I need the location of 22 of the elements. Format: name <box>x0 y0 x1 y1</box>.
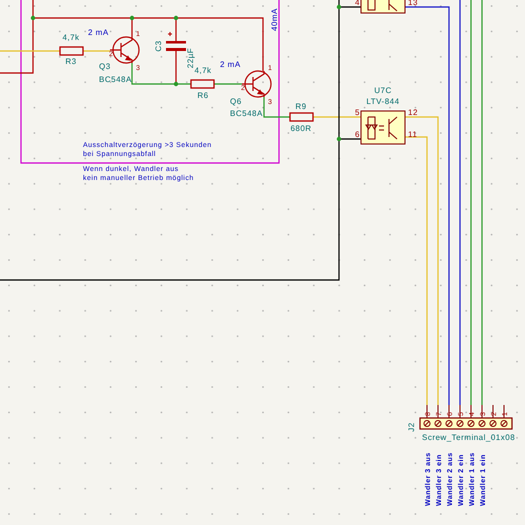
value-label: 4,7k <box>62 33 80 42</box>
value-label: BC548A <box>99 75 132 84</box>
reference-label: R3 <box>65 57 77 66</box>
pin-number: 6 <box>355 130 360 139</box>
reference-label: J2 <box>407 422 416 432</box>
current-label: 40mA <box>270 8 279 31</box>
reference-label: Q6 <box>230 97 242 106</box>
reference-label: Q3 <box>99 62 111 71</box>
value-label: 22µF <box>186 48 195 68</box>
value-label: BC548A <box>230 109 263 118</box>
pin-number: 5 <box>355 108 360 117</box>
value-label: 680R <box>290 124 312 133</box>
current-label: 2 mA <box>220 60 241 69</box>
value-label: LTV-844 <box>366 97 400 106</box>
current-label: 2 mA <box>88 28 109 37</box>
reference-label: U7C <box>374 86 392 95</box>
reference-label: R6 <box>197 91 209 100</box>
reference-label: C3 <box>154 40 163 52</box>
pin-number: 12 <box>408 108 418 117</box>
reference-label: R9 <box>295 102 307 111</box>
value-label: Screw_Terminal_01x08 <box>422 433 516 442</box>
value-label: 4,7k <box>194 66 212 75</box>
